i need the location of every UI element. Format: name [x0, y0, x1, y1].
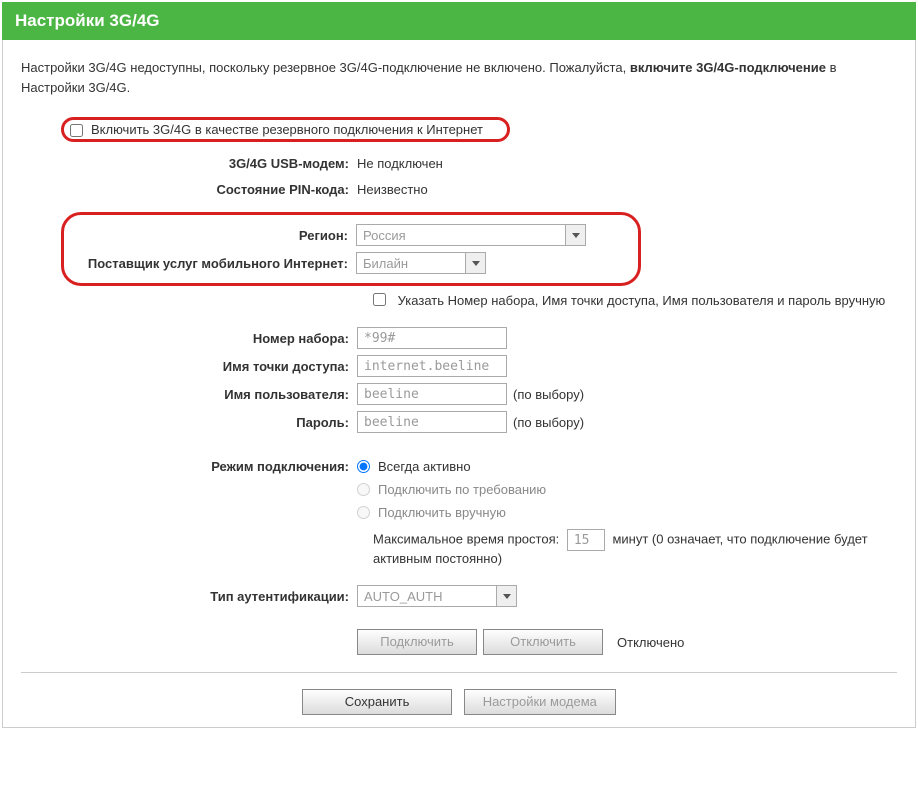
- chevron-down-icon: [496, 586, 516, 606]
- username-label: Имя пользователя:: [5, 387, 357, 402]
- conn-mode-label: Режим подключения:: [5, 455, 357, 474]
- highlight-region-provider: Регион: Россия Поставщик услуг мобильног…: [61, 212, 641, 286]
- enable-backup-label: Включить 3G/4G в качестве резервного под…: [91, 122, 483, 137]
- conn-mode-manual-label: Подключить вручную: [378, 505, 506, 520]
- connect-button[interactable]: Подключить: [357, 629, 477, 655]
- auth-type-label: Тип аутентификации:: [5, 589, 357, 604]
- pin-status-value: Неизвестно: [357, 182, 428, 197]
- password-label: Пароль:: [5, 415, 357, 430]
- password-suffix: (по выбору): [513, 415, 584, 430]
- modem-settings-button[interactable]: Настройки модема: [464, 689, 616, 715]
- region-select-value: Россия: [357, 228, 565, 243]
- conn-mode-demand-label: Подключить по требованию: [378, 482, 546, 497]
- notice-text: Настройки 3G/4G недоступны, поскольку ре…: [5, 58, 913, 117]
- username-suffix: (по выбору): [513, 387, 584, 402]
- region-select[interactable]: Россия: [356, 224, 586, 246]
- disconnect-button[interactable]: Отключить: [483, 629, 603, 655]
- auth-type-select[interactable]: AUTO_AUTH: [357, 585, 517, 607]
- pin-status-label: Состояние PIN-кода:: [5, 182, 357, 197]
- save-button[interactable]: Сохранить: [302, 689, 452, 715]
- enable-backup-checkbox[interactable]: [70, 124, 83, 137]
- conn-mode-always-label: Всегда активно: [378, 459, 471, 474]
- highlight-enable-backup: Включить 3G/4G в качестве резервного под…: [61, 117, 510, 142]
- chevron-down-icon: [465, 253, 485, 273]
- usb-modem-value: Не подключен: [357, 156, 443, 171]
- dial-number-input[interactable]: [357, 327, 507, 349]
- auth-type-value: AUTO_AUTH: [358, 589, 496, 604]
- idle-prefix: Максимальное время простоя:: [373, 532, 559, 547]
- chevron-down-icon: [565, 225, 585, 245]
- provider-select-value: Билайн: [357, 256, 465, 271]
- apn-input[interactable]: [357, 355, 507, 377]
- idle-time-input[interactable]: [567, 529, 605, 551]
- conn-mode-demand-radio[interactable]: [357, 483, 370, 496]
- dial-number-label: Номер набора:: [5, 331, 357, 346]
- notice-part1: Настройки 3G/4G недоступны, поскольку ре…: [21, 60, 630, 75]
- notice-bold: включите 3G/4G-подключение: [630, 60, 826, 75]
- manual-settings-checkbox[interactable]: [373, 293, 386, 306]
- conn-mode-manual-radio[interactable]: [357, 506, 370, 519]
- password-input[interactable]: [357, 411, 507, 433]
- provider-select[interactable]: Билайн: [356, 252, 486, 274]
- page-title: Настройки 3G/4G: [2, 2, 916, 40]
- settings-panel: Настройки 3G/4G недоступны, поскольку ре…: [2, 40, 916, 728]
- conn-mode-always-radio[interactable]: [357, 460, 370, 473]
- connection-status: Отключено: [617, 635, 684, 650]
- username-input[interactable]: [357, 383, 507, 405]
- divider: [21, 672, 897, 673]
- manual-settings-label: Указать Номер набора, Имя точки доступа,…: [398, 293, 886, 308]
- apn-label: Имя точки доступа:: [5, 359, 357, 374]
- provider-label: Поставщик услуг мобильного Интернет:: [64, 256, 356, 271]
- usb-modem-label: 3G/4G USB-модем:: [5, 156, 357, 171]
- region-label: Регион:: [64, 228, 356, 243]
